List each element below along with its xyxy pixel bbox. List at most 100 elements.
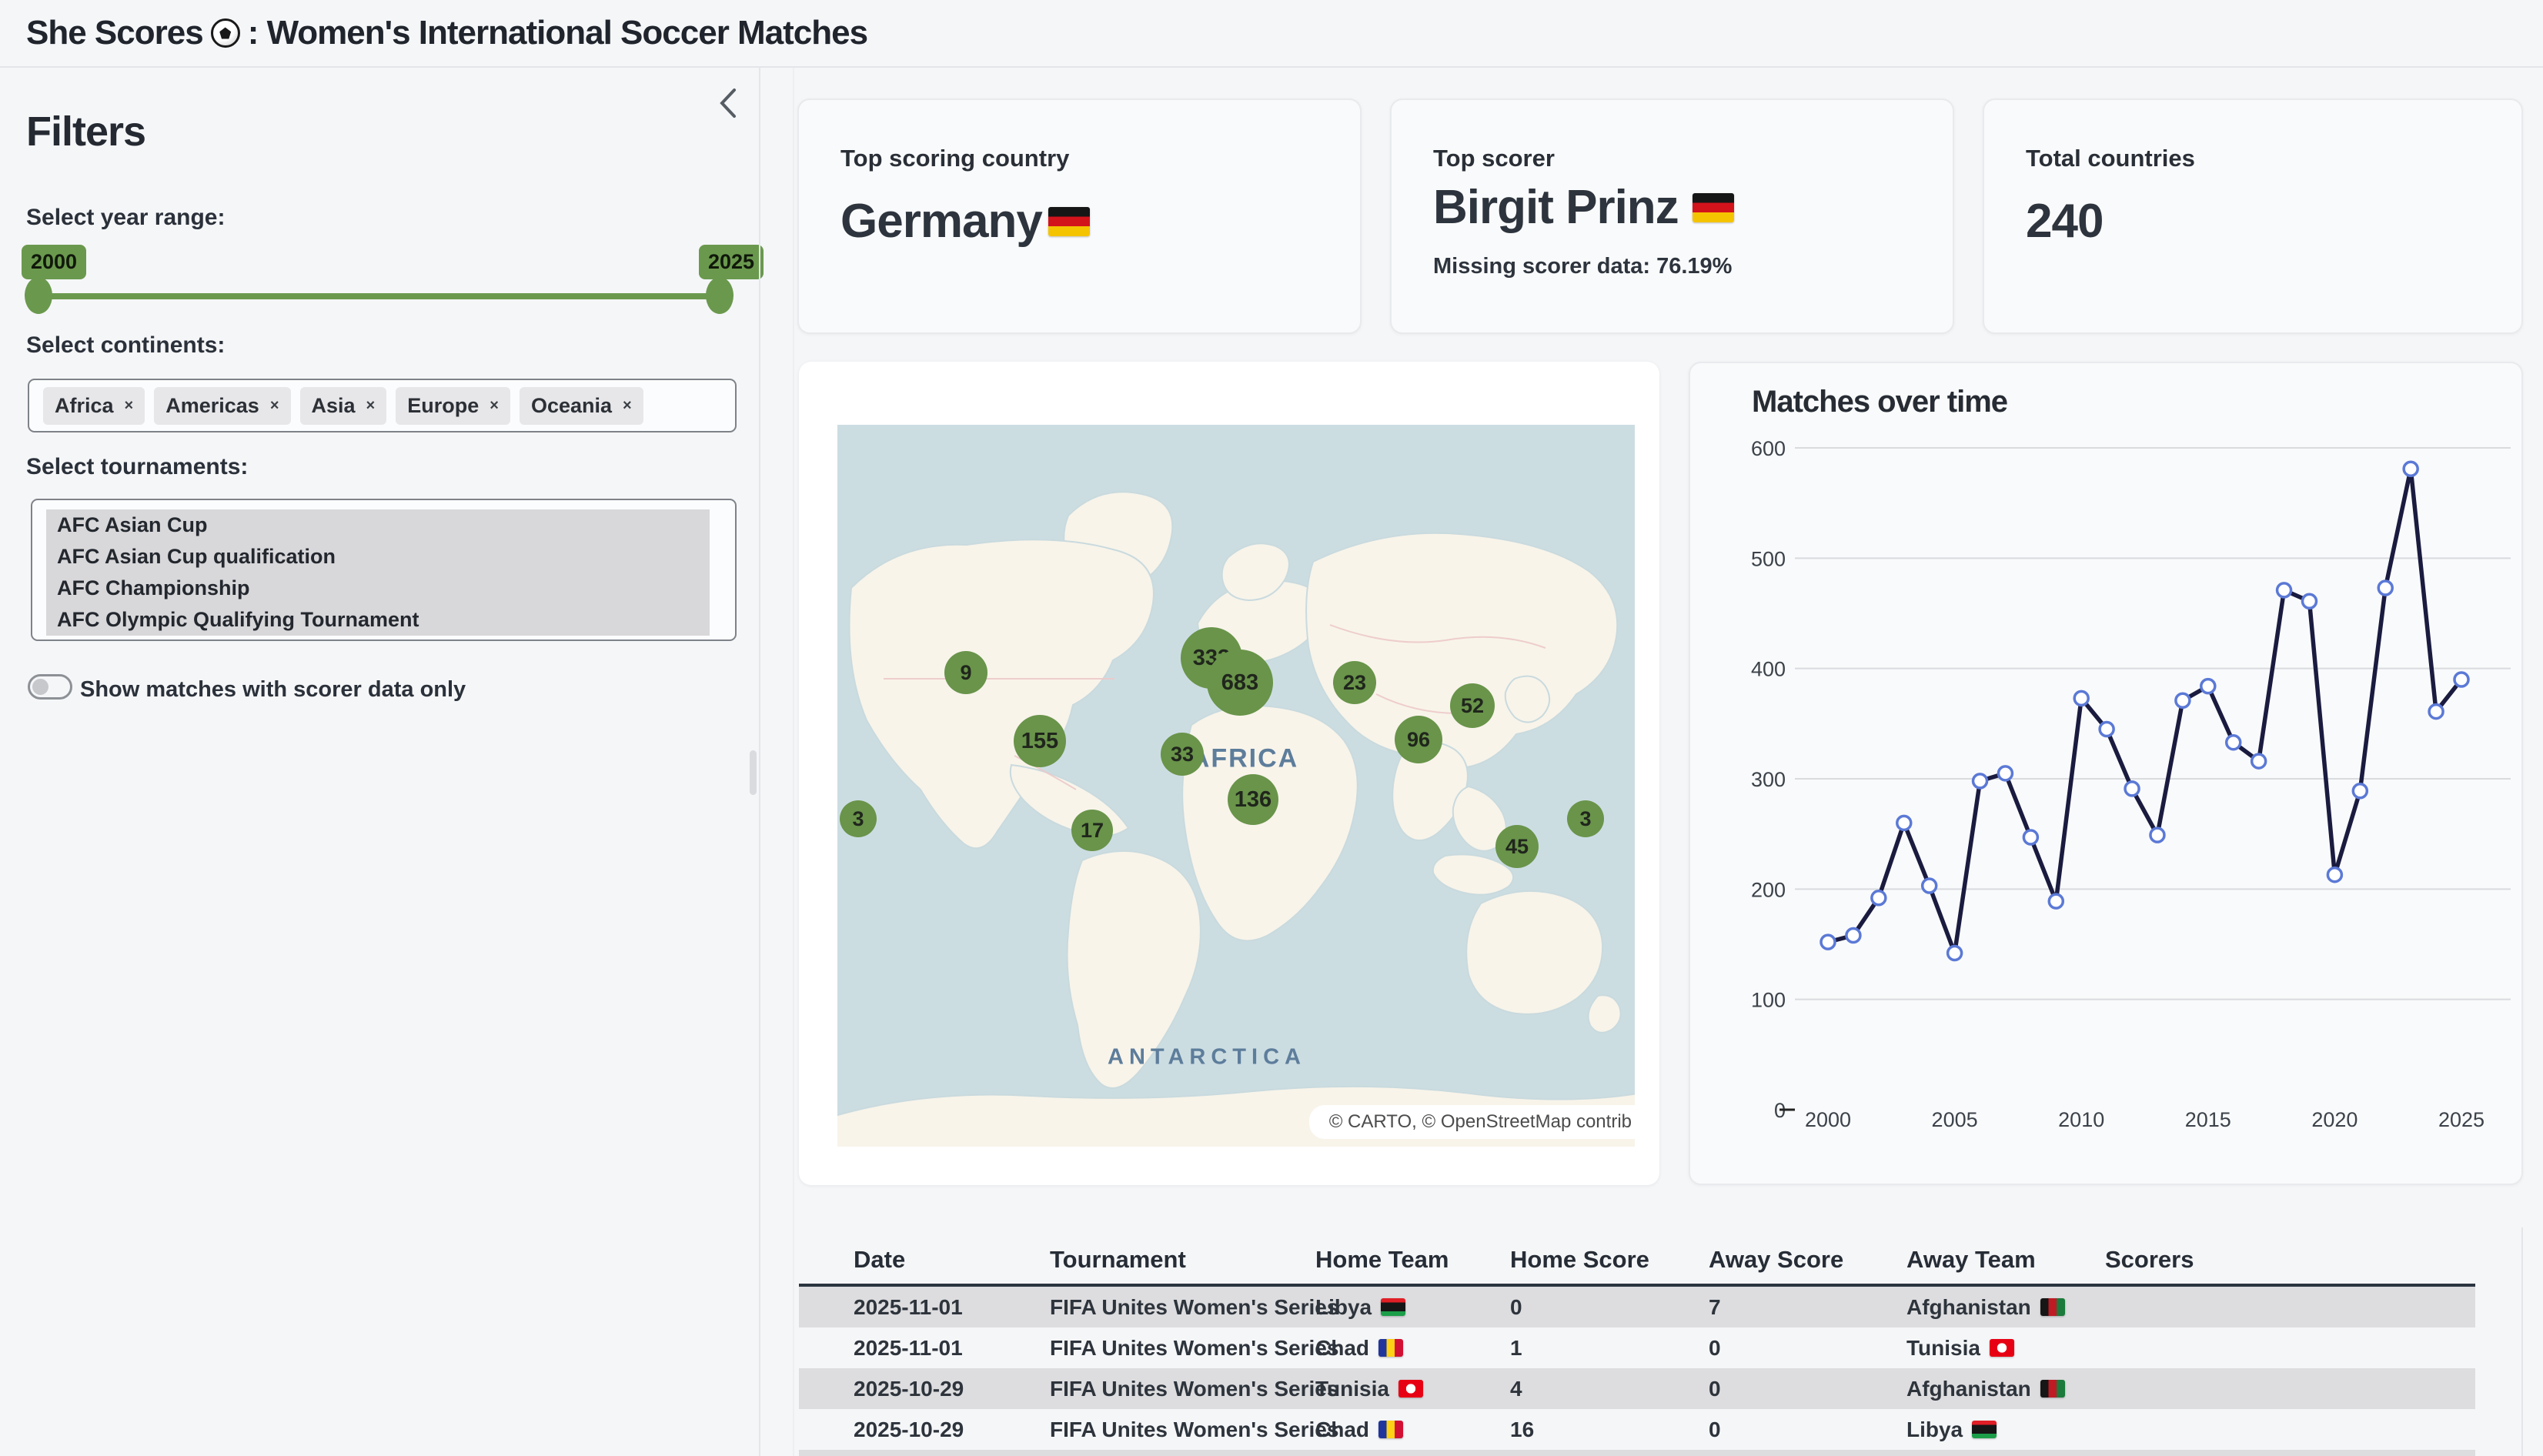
continent-chip[interactable]: Asia × — [300, 387, 387, 425]
table-cell: 0 — [1709, 1418, 1721, 1442]
table-column-header: Away Team — [1906, 1246, 2036, 1274]
continent-chip[interactable]: Europe× — [396, 387, 510, 425]
svg-text:2015: 2015 — [2185, 1108, 2231, 1131]
table-column-header: Scorers — [2105, 1246, 2194, 1274]
matches-over-time-chart[interactable]: 0100200300400500600200020052010201520202… — [1690, 363, 2525, 1184]
table-row[interactable]: 2025-10-29FIFA Unites Women's SeriesTuni… — [799, 1368, 2475, 1409]
svg-text:2025: 2025 — [2438, 1108, 2485, 1131]
chip-remove-icon[interactable]: × — [270, 397, 279, 415]
tournament-option[interactable]: AFC Asian Cup — [46, 509, 710, 541]
table-scrollbar-track[interactable] — [2521, 1227, 2523, 1456]
table-cell: 2025-10-29 — [854, 1418, 964, 1442]
cell-text: Tunisia — [1906, 1336, 1980, 1361]
chip-remove-icon[interactable]: × — [125, 397, 134, 415]
card-top-scorer: Top scorer Birgit Prinz Missing scorer d… — [1390, 99, 1954, 334]
map-cluster-bubble[interactable]: 23 — [1333, 661, 1376, 704]
svg-text:2005: 2005 — [1932, 1108, 1978, 1131]
table-row[interactable]: 2025-11-01FIFA Unites Women's SeriesChad… — [799, 1327, 2475, 1368]
map-cluster-bubble[interactable]: 17 — [1071, 810, 1113, 851]
table-cell: FIFA Unites Women's Series — [1050, 1418, 1338, 1442]
continent-chip[interactable]: Africa× — [43, 387, 145, 425]
continents-multiselect[interactable]: Africa×Americas×Asia×Europe×Oceania× — [28, 379, 737, 432]
card-value: Birgit Prinz — [1433, 180, 1734, 235]
table-cell: 2025-10-29 — [854, 1377, 964, 1401]
map-cluster-bubble[interactable]: 45 — [1495, 825, 1539, 868]
cell-text: 0 — [1709, 1418, 1721, 1442]
tournament-option[interactable]: AFC Olympic Qualifying Tournament — [46, 604, 710, 636]
ly-flag-icon — [1381, 1298, 1405, 1316]
svg-text:2000: 2000 — [1805, 1108, 1851, 1131]
map-cluster-bubble[interactable]: 683 — [1207, 650, 1273, 716]
year-min-badge: 2000 — [22, 245, 86, 279]
matches-table[interactable]: DateTournamentHome TeamHome ScoreAway Sc… — [799, 1227, 2529, 1456]
chevron-left-icon — [715, 85, 741, 122]
cell-text: 7 — [1709, 1295, 1721, 1320]
sidebar-collapse-button[interactable] — [710, 83, 747, 123]
table-cell: 0 — [1510, 1295, 1522, 1320]
map-cluster-bubble[interactable]: 9 — [944, 651, 987, 694]
card-top-scoring-country: Top scoring country Germany — [797, 99, 1362, 334]
germany-flag-icon — [1048, 207, 1090, 236]
table-cell: 0 — [1709, 1336, 1721, 1361]
map-cluster-bubble[interactable]: 155 — [1014, 715, 1066, 767]
map-cluster-bubble[interactable]: 96 — [1395, 716, 1442, 763]
tournament-option[interactable]: AFC Asian Cup qualification — [46, 541, 710, 573]
svg-text:2020: 2020 — [2311, 1108, 2358, 1131]
world-map[interactable]: AFRICAANTARCTICA 91553336832352963313617… — [837, 425, 1635, 1147]
tournament-option[interactable]: AFC Championship — [46, 573, 710, 604]
sidebar-divider — [759, 68, 760, 1456]
scorer-data-toggle[interactable] — [28, 674, 72, 700]
table-cell: 2025-11-01 — [854, 1336, 963, 1361]
sidebar-scrollbar[interactable] — [750, 750, 757, 795]
card-subtext: Missing scorer data: 76.19% — [1433, 254, 1732, 279]
map-cluster-bubble[interactable]: 52 — [1450, 683, 1495, 728]
chip-remove-icon[interactable]: × — [366, 397, 376, 415]
year-slider-handle-max[interactable] — [706, 277, 733, 314]
svg-text:100: 100 — [1751, 989, 1786, 1012]
cell-text: FIFA Unites Women's Series — [1050, 1295, 1338, 1320]
chip-label: Americas — [165, 394, 259, 418]
continents-label: Select continents: — [26, 332, 225, 359]
cell-text: Afghanistan — [1906, 1377, 2031, 1401]
tournaments-listbox[interactable]: AFC Asian CupAFC Asian Cup qualification… — [31, 499, 737, 641]
continent-chip[interactable]: Oceania× — [520, 387, 643, 425]
cell-text: FIFA Unites Women's Series — [1050, 1418, 1338, 1442]
table-cell: 2025-11-01 — [854, 1295, 963, 1320]
soccer-ball-icon — [211, 18, 240, 48]
chip-remove-icon[interactable]: × — [623, 397, 632, 415]
svg-text:200: 200 — [1751, 878, 1786, 901]
app-root: She Scores : Women's International Socce… — [0, 0, 2543, 1456]
card-value: Germany — [840, 194, 1090, 249]
cell-text: Chad — [1315, 1418, 1369, 1442]
app-title-prefix: She Scores — [26, 14, 203, 52]
cell-text: 4 — [1510, 1377, 1522, 1401]
svg-text:500: 500 — [1751, 547, 1786, 570]
year-slider-handle-min[interactable] — [25, 277, 52, 314]
year-range-slider[interactable] — [38, 293, 720, 299]
table-row[interactable]: 2025-10-29 FIFA Unites Women's SeriesChad… — [799, 1409, 2475, 1450]
card-value-text: 240 — [2026, 194, 2103, 249]
td-flag-icon — [1378, 1339, 1403, 1357]
svg-text:300: 300 — [1751, 768, 1786, 791]
map-cluster-bubble[interactable]: 3 — [840, 800, 877, 837]
card-label: Total countries — [2026, 145, 2195, 172]
table-cell: 1 — [1510, 1336, 1522, 1361]
continent-chip[interactable]: Americas × — [154, 387, 290, 425]
chip-remove-icon[interactable]: × — [490, 397, 499, 415]
map-cluster-bubble[interactable]: 3 — [1567, 800, 1604, 837]
app-title-suffix: : Women's International Soccer Matches — [248, 14, 867, 52]
map-cluster-bubble[interactable]: 33 — [1161, 733, 1204, 776]
ly-flag-icon — [1972, 1421, 1997, 1438]
cell-text: FIFA Unites Women's Series — [1050, 1377, 1338, 1401]
table-column-header: Away Score — [1709, 1246, 1843, 1274]
cell-text: 0 — [1709, 1336, 1721, 1361]
td-flag-icon — [1378, 1421, 1403, 1438]
map-cluster-bubble[interactable]: 136 — [1228, 774, 1278, 825]
chip-label: Asia — [312, 394, 356, 418]
cell-text: Libya — [1906, 1418, 1963, 1442]
year-range-label: Select year range: — [26, 205, 225, 231]
table-row[interactable]: 2025-11-01 FIFA Unites Women's SeriesLiby… — [799, 1287, 2475, 1327]
card-value-text: Birgit Prinz — [1433, 180, 1679, 235]
svg-text:600: 600 — [1751, 437, 1786, 460]
cell-text: Libya — [1315, 1295, 1372, 1320]
